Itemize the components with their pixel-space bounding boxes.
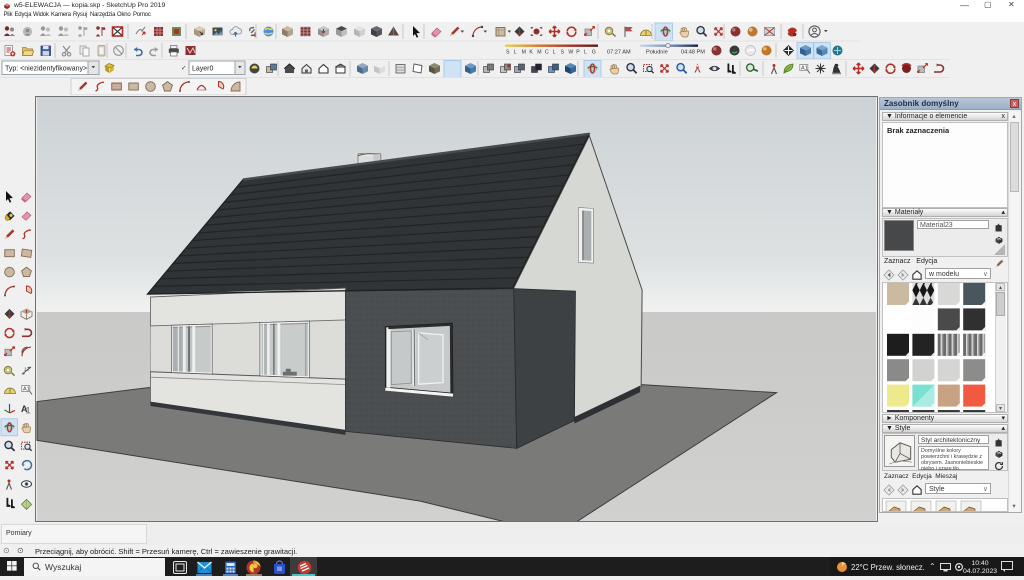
svg-text:1: 1 bbox=[26, 405, 31, 415]
svg-text:S: S bbox=[561, 50, 565, 56]
svg-text:G: G bbox=[592, 50, 596, 56]
svg-text:M: M bbox=[522, 50, 526, 56]
svg-text:L: L bbox=[553, 50, 556, 56]
svg-text:07:27 AM: 07:27 AM bbox=[607, 50, 631, 56]
svg-text:12: 12 bbox=[24, 366, 30, 371]
svg-text:A1: A1 bbox=[23, 386, 30, 392]
svg-text:Południe: Południe bbox=[646, 50, 668, 56]
svg-text:M: M bbox=[537, 50, 541, 56]
svg-text:Layer0: Layer0 bbox=[192, 66, 214, 73]
svg-text:P: P bbox=[576, 50, 580, 56]
svg-text:✓: ✓ bbox=[181, 65, 186, 72]
svg-text:04:48 PM: 04:48 PM bbox=[681, 50, 705, 56]
svg-text:C: C bbox=[545, 50, 549, 56]
svg-text:L: L bbox=[514, 50, 517, 56]
svg-text:A1: A1 bbox=[801, 65, 808, 71]
svg-text:K: K bbox=[529, 50, 533, 56]
svg-text:W: W bbox=[568, 50, 573, 56]
svg-text:S: S bbox=[506, 50, 510, 56]
svg-text:L: L bbox=[584, 50, 587, 56]
